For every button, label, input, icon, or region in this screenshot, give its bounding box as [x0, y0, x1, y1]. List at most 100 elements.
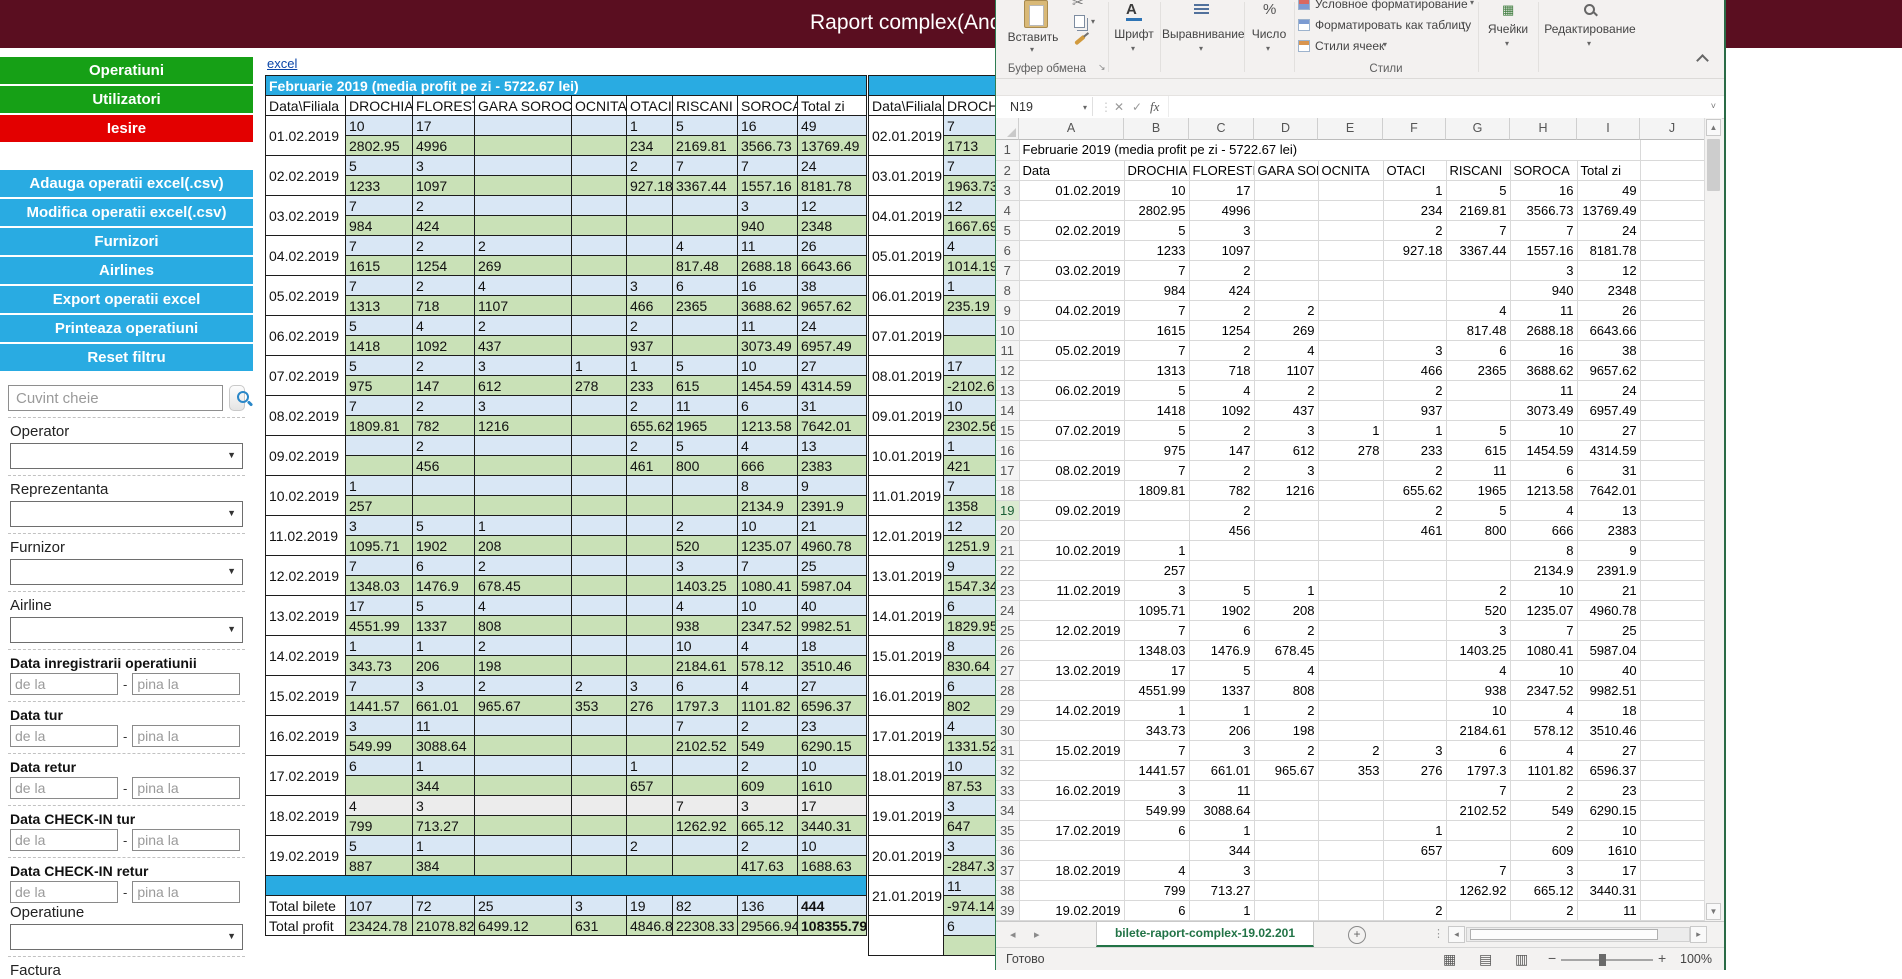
row-header-25[interactable]: 25: [996, 620, 1019, 640]
data-cell[interactable]: 147: [1189, 440, 1254, 460]
data-cell[interactable]: 2134.9: [1510, 560, 1577, 580]
data-cell[interactable]: [1640, 800, 1705, 820]
data-cell[interactable]: 10: [1124, 180, 1189, 200]
data-cell[interactable]: 7: [1124, 740, 1189, 760]
data-cell[interactable]: 1233: [1124, 240, 1189, 260]
data-cell[interactable]: 13769.49: [1577, 200, 1640, 220]
data-cell[interactable]: 1313: [1124, 360, 1189, 380]
data-cell[interactable]: 612: [1254, 440, 1318, 460]
row-header-24[interactable]: 24: [996, 600, 1019, 620]
data-cell[interactable]: 1809.81: [1124, 480, 1189, 500]
sidebar-action-modifica-operatii-excel-csv-[interactable]: Modifica operatii excel(.csv): [0, 199, 253, 226]
data-cell[interactable]: 24: [1577, 220, 1640, 240]
data-cell[interactable]: 206: [1189, 720, 1254, 740]
data-cell[interactable]: 1101.82: [1510, 760, 1577, 780]
data-cell[interactable]: 7: [1124, 620, 1189, 640]
row-header-23[interactable]: 23: [996, 580, 1019, 600]
sheet-tab[interactable]: bilete-raport-complex-19.02.201: [1096, 922, 1314, 947]
data-cell[interactable]: 782: [1189, 480, 1254, 500]
row-header-34[interactable]: 34: [996, 800, 1019, 820]
data-cell[interactable]: [1318, 600, 1383, 620]
sidebar-action-export-operatii-excel[interactable]: Export operatii excel: [0, 286, 253, 313]
data-cell[interactable]: 26: [1577, 300, 1640, 320]
data-cell[interactable]: 3: [1446, 620, 1510, 640]
data-cell[interactable]: 17: [1124, 660, 1189, 680]
hscroll-left-icon[interactable]: ◂: [1448, 926, 1465, 943]
data-cell[interactable]: [1383, 860, 1446, 880]
data-cell[interactable]: [1318, 680, 1383, 700]
data-cell[interactable]: [1383, 280, 1446, 300]
data-retur-from-input[interactable]: [10, 777, 118, 799]
data-cell[interactable]: 5: [1124, 220, 1189, 240]
header-cell[interactable]: OTACI: [1383, 160, 1446, 180]
data-cell[interactable]: 808: [1254, 680, 1318, 700]
data-cell[interactable]: [1446, 380, 1510, 400]
sidebar-action-printeaza-operatiuni[interactable]: Printeaza operatiuni: [0, 315, 253, 342]
data-cell[interactable]: 8: [1510, 540, 1577, 560]
row-header-36[interactable]: 36: [996, 840, 1019, 860]
data-cell[interactable]: [1640, 740, 1705, 760]
data-cell[interactable]: 343.73: [1124, 720, 1189, 740]
data-cell[interactable]: [1640, 640, 1705, 660]
data-cell[interactable]: [1318, 860, 1383, 880]
data-cell[interactable]: [1640, 140, 1705, 160]
data-cell[interactable]: [1254, 880, 1318, 900]
row-header-30[interactable]: 30: [996, 720, 1019, 740]
row-header-37[interactable]: 37: [996, 860, 1019, 880]
data-cell[interactable]: 16: [1510, 340, 1577, 360]
data-cell[interactable]: 3: [1189, 220, 1254, 240]
data-checkin-tur-to-input[interactable]: [132, 829, 240, 851]
data-cell[interactable]: [1640, 260, 1705, 280]
data-cell[interactable]: 578.12: [1510, 720, 1577, 740]
data-cell[interactable]: 12.02.2019: [1019, 620, 1124, 640]
data-cell[interactable]: [1318, 880, 1383, 900]
data-cell[interactable]: [1640, 220, 1705, 240]
data-cell[interactable]: 984: [1124, 280, 1189, 300]
name-box[interactable]: N19 ▾: [1002, 97, 1093, 116]
data-cell[interactable]: 17.02.2019: [1019, 820, 1124, 840]
data-cell[interactable]: 437: [1254, 400, 1318, 420]
data-cell[interactable]: 1403.25: [1446, 640, 1510, 660]
data-cell[interactable]: 02.02.2019: [1019, 220, 1124, 240]
data-cell[interactable]: 661.01: [1189, 760, 1254, 780]
data-cell[interactable]: [1640, 660, 1705, 680]
data-cell[interactable]: 23: [1577, 780, 1640, 800]
data-cell[interactable]: [1640, 780, 1705, 800]
data-cell[interactable]: 3: [1124, 780, 1189, 800]
next-sheet-icon[interactable]: ▸: [1034, 928, 1040, 941]
row-header-13[interactable]: 13: [996, 380, 1019, 400]
data-cell[interactable]: [1383, 260, 1446, 280]
data-cell[interactable]: 09.02.2019: [1019, 500, 1124, 520]
row-header-27[interactable]: 27: [996, 660, 1019, 680]
data-cell[interactable]: [1640, 560, 1705, 580]
data-cell[interactable]: 2: [1254, 740, 1318, 760]
data-cell[interactable]: 3367.44: [1446, 240, 1510, 260]
data-cell[interactable]: 17: [1189, 180, 1254, 200]
data-cell[interactable]: 3: [1254, 460, 1318, 480]
formula-input[interactable]: [1168, 96, 1699, 117]
data-cell[interactable]: [1640, 820, 1705, 840]
data-cell[interactable]: 10: [1510, 660, 1577, 680]
data-cell[interactable]: 1337: [1189, 680, 1254, 700]
data-cell[interactable]: [1189, 560, 1254, 580]
data-cell[interactable]: 6: [1189, 620, 1254, 640]
data-cell[interactable]: 2102.52: [1446, 800, 1510, 820]
header-cell[interactable]: FLORESTI: [1189, 160, 1254, 180]
data-cell[interactable]: [1019, 720, 1124, 740]
data-cell[interactable]: [1019, 760, 1124, 780]
data-cell[interactable]: 456: [1189, 520, 1254, 540]
zoom-in-icon[interactable]: +: [1658, 950, 1666, 966]
data-cell[interactable]: [1254, 820, 1318, 840]
data-cell[interactable]: [1640, 240, 1705, 260]
row-header-38[interactable]: 38: [996, 880, 1019, 900]
data-cell[interactable]: 1213.58: [1510, 480, 1577, 500]
data-cell[interactable]: [1318, 640, 1383, 660]
row-header-33[interactable]: 33: [996, 780, 1019, 800]
data-cell[interactable]: [1019, 840, 1124, 860]
data-cell[interactable]: 461: [1383, 520, 1446, 540]
data-cell[interactable]: 05.02.2019: [1019, 340, 1124, 360]
data-cell[interactable]: 40: [1577, 660, 1640, 680]
column-header-J[interactable]: J: [1640, 118, 1705, 140]
zoom-level-text[interactable]: 100%: [1680, 952, 1712, 966]
row-header-22[interactable]: 22: [996, 560, 1019, 580]
